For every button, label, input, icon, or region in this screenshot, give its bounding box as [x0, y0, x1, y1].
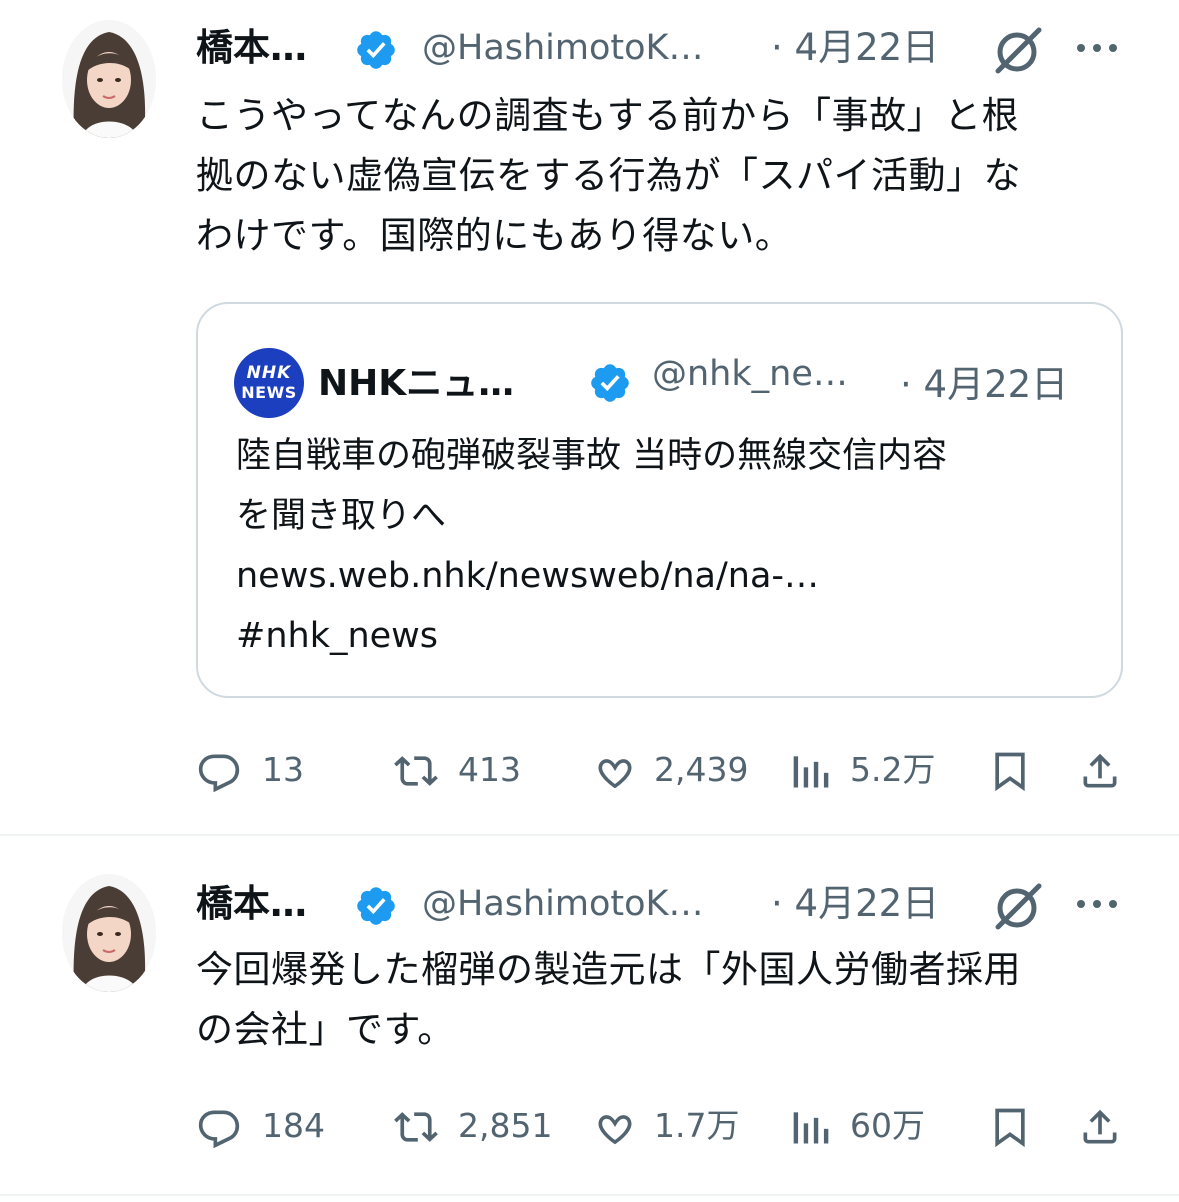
tweet-text-line: の会社」です。: [196, 1008, 455, 1051]
retweet-icon: [394, 1112, 438, 1142]
quoted-tweet-text: 陸自戦車の砲弾破裂事故 当時の無線交信内容 を聞き取りへ news.web.nh…: [236, 426, 1106, 666]
quoted-tweet-date[interactable]: · 4月22日: [900, 354, 1068, 408]
author-name[interactable]: 橋本…: [196, 18, 307, 78]
tweet-divider: [0, 834, 1179, 836]
tweet-actions: 184 2,851 1.7万 60万: [196, 1096, 1136, 1156]
quoted-author-handle[interactable]: @nhk_ne…: [652, 354, 848, 394]
views-count: 5.2万: [850, 750, 936, 789]
quoted-text-line: を聞き取りへ: [236, 496, 447, 536]
tweet-text: こうやってなんの調査もする前から「事故」と根 拠のない虚偽宣伝をする行為が「スパ…: [196, 86, 1136, 266]
share-icon: [1083, 753, 1117, 788]
tweet-text-line: 今回爆発した榴弾の製造元は「外国人労働者採用: [196, 948, 1021, 991]
share-icon: [1083, 1109, 1117, 1144]
tweet-header: 橋本… @HashimotoK… · 4月22日: [196, 18, 1124, 78]
reply-icon: [198, 1110, 240, 1149]
tweet-date[interactable]: · 4月22日: [771, 874, 939, 934]
nhk-logo-text: NHK: [246, 363, 292, 383]
tweet-actions: 13 413 2,439 5.2万: [196, 740, 1136, 800]
quoted-tweet-card[interactable]: NHK NEWS NHKニュ… @nhk_ne… · 4月22日 陸自戦車の砲弾…: [196, 302, 1123, 698]
more-options-icon[interactable]: [1074, 892, 1120, 916]
nhk-news-logo[interactable]: NHK NEWS: [234, 348, 304, 418]
heart-icon: [598, 759, 632, 789]
tweet-divider: [0, 1194, 1179, 1196]
author-handle[interactable]: @HashimotoK…: [422, 18, 704, 78]
quoted-hashtag[interactable]: #nhk_news: [236, 606, 1106, 666]
retweet-count: 413: [458, 750, 521, 789]
tweet-header: 橋本… @HashimotoK… · 4月22日: [196, 874, 1124, 934]
tweet[interactable]: 橋本… @HashimotoK… · 4月22日 こうやってなんの調査もする前か…: [0, 0, 1179, 836]
author-handle[interactable]: @HashimotoK…: [422, 874, 704, 934]
quoted-tweet-header: NHK NEWS NHKニュ… @nhk_ne… · 4月22日: [234, 348, 1091, 418]
more-options-icon[interactable]: [1074, 36, 1120, 60]
reply-count: 13: [262, 750, 304, 789]
bookmark-icon: [995, 1108, 1025, 1148]
views-chart-icon: [793, 756, 829, 788]
verified-badge-icon[interactable]: [354, 884, 398, 928]
author-name[interactable]: 橋本…: [196, 874, 307, 934]
tweet[interactable]: 橋本… @HashimotoK… · 4月22日 今回爆発した榴弾の製造元は「外…: [0, 838, 1179, 1194]
like-count: 2,439: [654, 750, 749, 789]
like-count: 1.7万: [654, 1106, 740, 1145]
quoted-author-name[interactable]: NHKニュ…: [318, 354, 514, 406]
retweet-icon: [394, 756, 438, 786]
quoted-text-line: 陸自戦車の砲弾破裂事故 当時の無線交信内容: [236, 436, 948, 476]
tweet-text-line: 拠のない虚偽宣伝をする行為が「スパイ活動」な: [196, 154, 1021, 197]
verified-badge-icon[interactable]: [354, 28, 398, 72]
bookmark-icon: [995, 752, 1025, 792]
views-chart-icon: [793, 1112, 829, 1144]
news-logo-text: NEWS: [241, 383, 297, 402]
grok-icon[interactable]: [992, 25, 1044, 77]
retweet-count: 2,851: [458, 1106, 553, 1145]
heart-icon: [598, 1115, 632, 1145]
avatar[interactable]: [62, 20, 156, 138]
tweet-date[interactable]: · 4月22日: [771, 18, 939, 78]
reply-count: 184: [262, 1106, 325, 1145]
tweet-text-line: こうやってなんの調査もする前から「事故」と根: [196, 94, 1020, 137]
reply-icon: [198, 754, 240, 793]
tweet-text-line: わけです。国際的にもあり得ない。: [196, 214, 793, 257]
views-count: 60万: [850, 1106, 925, 1145]
tweet-text: 今回爆発した榴弾の製造元は「外国人労働者採用 の会社」です。: [196, 940, 1136, 1060]
verified-badge-icon[interactable]: [588, 361, 632, 405]
grok-icon[interactable]: [992, 881, 1044, 933]
avatar[interactable]: [62, 874, 156, 992]
quoted-link[interactable]: news.web.nhk/newsweb/na/na-…: [236, 546, 1106, 606]
